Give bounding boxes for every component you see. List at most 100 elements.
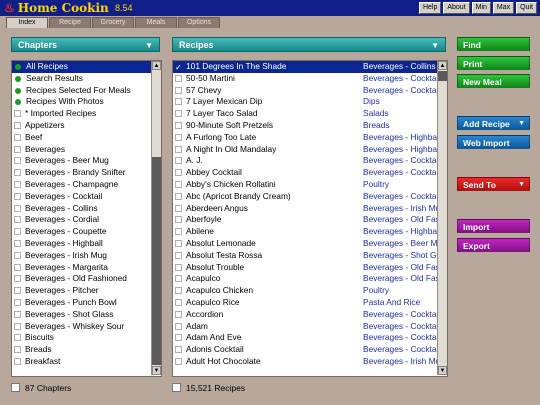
recipe-list-item[interactable]: A. J. Beverages - Cocktail (173, 155, 447, 167)
recipe-list-item[interactable]: Absolut Trouble Beverages - Old Fashioned (173, 262, 447, 274)
chapter-checkbox[interactable] (14, 192, 21, 200)
recipes-list[interactable]: ✓ 101 Degrees In The Shade Beverages - Col… (172, 60, 448, 377)
recipe-list-item[interactable]: Acapulco Chicken Poultry (173, 285, 447, 297)
recipe-checkbox[interactable] (175, 228, 182, 236)
recipe-checkbox[interactable] (175, 357, 182, 365)
chapter-list-item[interactable]: Breakfast (12, 356, 161, 368)
recipe-list-item[interactable]: Abby's Chicken Rollatini Poultry (173, 179, 447, 191)
chapter-list-item[interactable]: Search Results (12, 73, 161, 85)
recipe-checkbox[interactable] (175, 251, 182, 259)
recipe-list-item[interactable]: Abilene Beverages - Highball (173, 226, 447, 238)
recipe-list-item[interactable]: Accordion Beverages - Cocktail (173, 309, 447, 321)
recipe-checkbox[interactable] (175, 334, 182, 342)
recipes-dropdown[interactable]: Recipes ▼ (172, 37, 446, 52)
recipe-list-item[interactable]: 7 Layer Mexican Dip Dips (173, 96, 447, 108)
recipe-list-item[interactable]: 57 Chevy Beverages - Cocktail (173, 85, 447, 97)
chapter-checkbox[interactable] (14, 145, 21, 153)
chapter-checkbox[interactable] (14, 251, 21, 259)
chapter-list-item[interactable]: Beverages - Margarita (12, 262, 161, 274)
recipe-list-item[interactable]: Absolut Testa Rossa Beverages - Shot Glas… (173, 250, 447, 262)
recipe-checkbox[interactable] (175, 98, 182, 106)
chapter-checkbox[interactable] (14, 334, 21, 342)
chapter-checkbox[interactable] (14, 239, 21, 247)
chapter-list-item[interactable]: Beverages - Collins (12, 203, 161, 215)
add-recipe-button[interactable]: Add Recipe ▼ (457, 116, 530, 130)
recipe-checkbox[interactable] (175, 322, 182, 330)
chapter-list-item[interactable]: Beverages - Cordial (12, 214, 161, 226)
tab-recipe[interactable]: Recipe (49, 17, 91, 28)
chapter-checkbox[interactable] (14, 216, 21, 224)
chapter-checkbox[interactable] (14, 346, 21, 354)
recipe-list-item[interactable]: Absolut Lemonade Beverages - Beer Mug (173, 238, 447, 250)
recipes-select-all-checkbox[interactable] (172, 383, 181, 392)
recipe-list-item[interactable]: Acapulco Beverages - Old Fashioned (173, 273, 447, 285)
chapter-list-item[interactable]: Beverages - Punch Bowl (12, 297, 161, 309)
recipe-list-item[interactable]: Aberdeen Angus Beverages - Irish Mug (173, 203, 447, 215)
about-button[interactable]: About (443, 2, 470, 14)
recipe-checkbox[interactable] (175, 298, 182, 306)
chapter-checkbox[interactable] (14, 110, 21, 118)
web-import-button[interactable]: Web Import (457, 135, 530, 149)
recipe-checkbox[interactable] (175, 204, 182, 212)
chapter-checkbox[interactable] (14, 228, 21, 236)
chapter-checkbox[interactable] (14, 204, 21, 212)
chapter-list-item[interactable]: Beef (12, 132, 161, 144)
help-button[interactable]: Help (418, 2, 442, 14)
recipe-checkbox[interactable] (175, 145, 182, 153)
chapter-checkbox[interactable] (14, 133, 21, 141)
chapter-list-item[interactable]: * Imported Recipes (12, 108, 161, 120)
recipe-checkbox[interactable] (175, 86, 182, 94)
tab-grocery[interactable]: Grocery (92, 17, 134, 28)
chapter-list-item[interactable]: Beverages - Irish Mug (12, 250, 161, 262)
send-to-button[interactable]: Send To ▼ (457, 177, 530, 191)
recipe-list-item[interactable]: A Furlong Too Late Beverages - Highball (173, 132, 447, 144)
chapter-list-item[interactable]: Beverages - Shot Glass (12, 309, 161, 321)
chapter-list-item[interactable]: Recipes Selected For Meals (12, 85, 161, 97)
chapters-scrollbar[interactable]: ▲ ▼ (151, 61, 161, 375)
recipes-scrollbar[interactable]: ▲ ▼ (437, 61, 447, 375)
chapter-checkbox[interactable] (14, 298, 21, 306)
recipe-list-item[interactable]: Abc (Apricot Brandy Cream) Beverages - Co… (173, 191, 447, 203)
chapter-checkbox[interactable] (14, 180, 21, 188)
recipe-list-item[interactable]: Acapulco Rice Pasta And Rice (173, 297, 447, 309)
chapters-select-all-checkbox[interactable] (11, 383, 20, 392)
chapter-list-item[interactable]: Beverages - Brandy Snifter (12, 167, 161, 179)
chapter-list-item[interactable]: All Recipes (12, 61, 161, 73)
tab-options[interactable]: Options (178, 17, 220, 28)
recipe-checkbox[interactable] (175, 169, 182, 177)
recipe-checkbox[interactable] (175, 263, 182, 271)
scroll-up-icon[interactable]: ▲ (438, 61, 447, 70)
chapter-checkbox[interactable] (14, 263, 21, 271)
chapter-checkbox[interactable] (14, 157, 21, 165)
scroll-down-icon[interactable]: ▼ (438, 366, 447, 375)
chapters-dropdown[interactable]: Chapters ▼ (11, 37, 160, 52)
print-button[interactable]: Print (457, 56, 530, 70)
chapters-list[interactable]: All Recipes Search Results Recipes Selecte… (11, 60, 162, 377)
chapter-checkbox[interactable] (14, 310, 21, 318)
recipe-checkbox[interactable] (175, 346, 182, 354)
recipe-list-item[interactable]: 90-Minute Soft Pretzels Breads (173, 120, 447, 132)
chapter-list-item[interactable]: Beverages - Cocktail (12, 191, 161, 203)
recipe-list-item[interactable]: Adam Beverages - Cocktail (173, 321, 447, 333)
scroll-down-icon[interactable]: ▼ (152, 366, 161, 375)
chapter-checkbox[interactable] (14, 287, 21, 295)
chapter-checkbox[interactable] (14, 357, 21, 365)
maximize-button[interactable]: Max (492, 2, 515, 14)
chapter-list-item[interactable]: Recipes With Photos (12, 96, 161, 108)
recipe-list-item[interactable]: A Night In Old Mandalay Beverages - Highb… (173, 144, 447, 156)
recipe-list-item[interactable]: 7 Layer Taco Salad Salads (173, 108, 447, 120)
chapter-list-item[interactable]: Beverages - Coupette (12, 226, 161, 238)
minimize-button[interactable]: Min (471, 2, 491, 14)
chapter-checkbox[interactable] (14, 322, 21, 330)
chapter-checkbox[interactable] (14, 275, 21, 283)
chapter-list-item[interactable]: Beverages - Highball (12, 238, 161, 250)
recipe-list-item[interactable]: Aberfoyle Beverages - Old Fashioned (173, 214, 447, 226)
chapter-list-item[interactable]: Appetizers (12, 120, 161, 132)
recipe-list-item[interactable]: 50-50 Martini Beverages - Cocktail (173, 73, 447, 85)
tab-index[interactable]: Index (6, 17, 48, 28)
recipe-list-item[interactable]: ✓ 101 Degrees In The Shade Beverages - Col… (173, 61, 447, 73)
recipe-checkbox[interactable] (175, 157, 182, 165)
recipe-checkbox[interactable] (175, 287, 182, 295)
recipe-checkbox[interactable] (175, 110, 182, 118)
quit-button[interactable]: Quit (516, 2, 537, 14)
